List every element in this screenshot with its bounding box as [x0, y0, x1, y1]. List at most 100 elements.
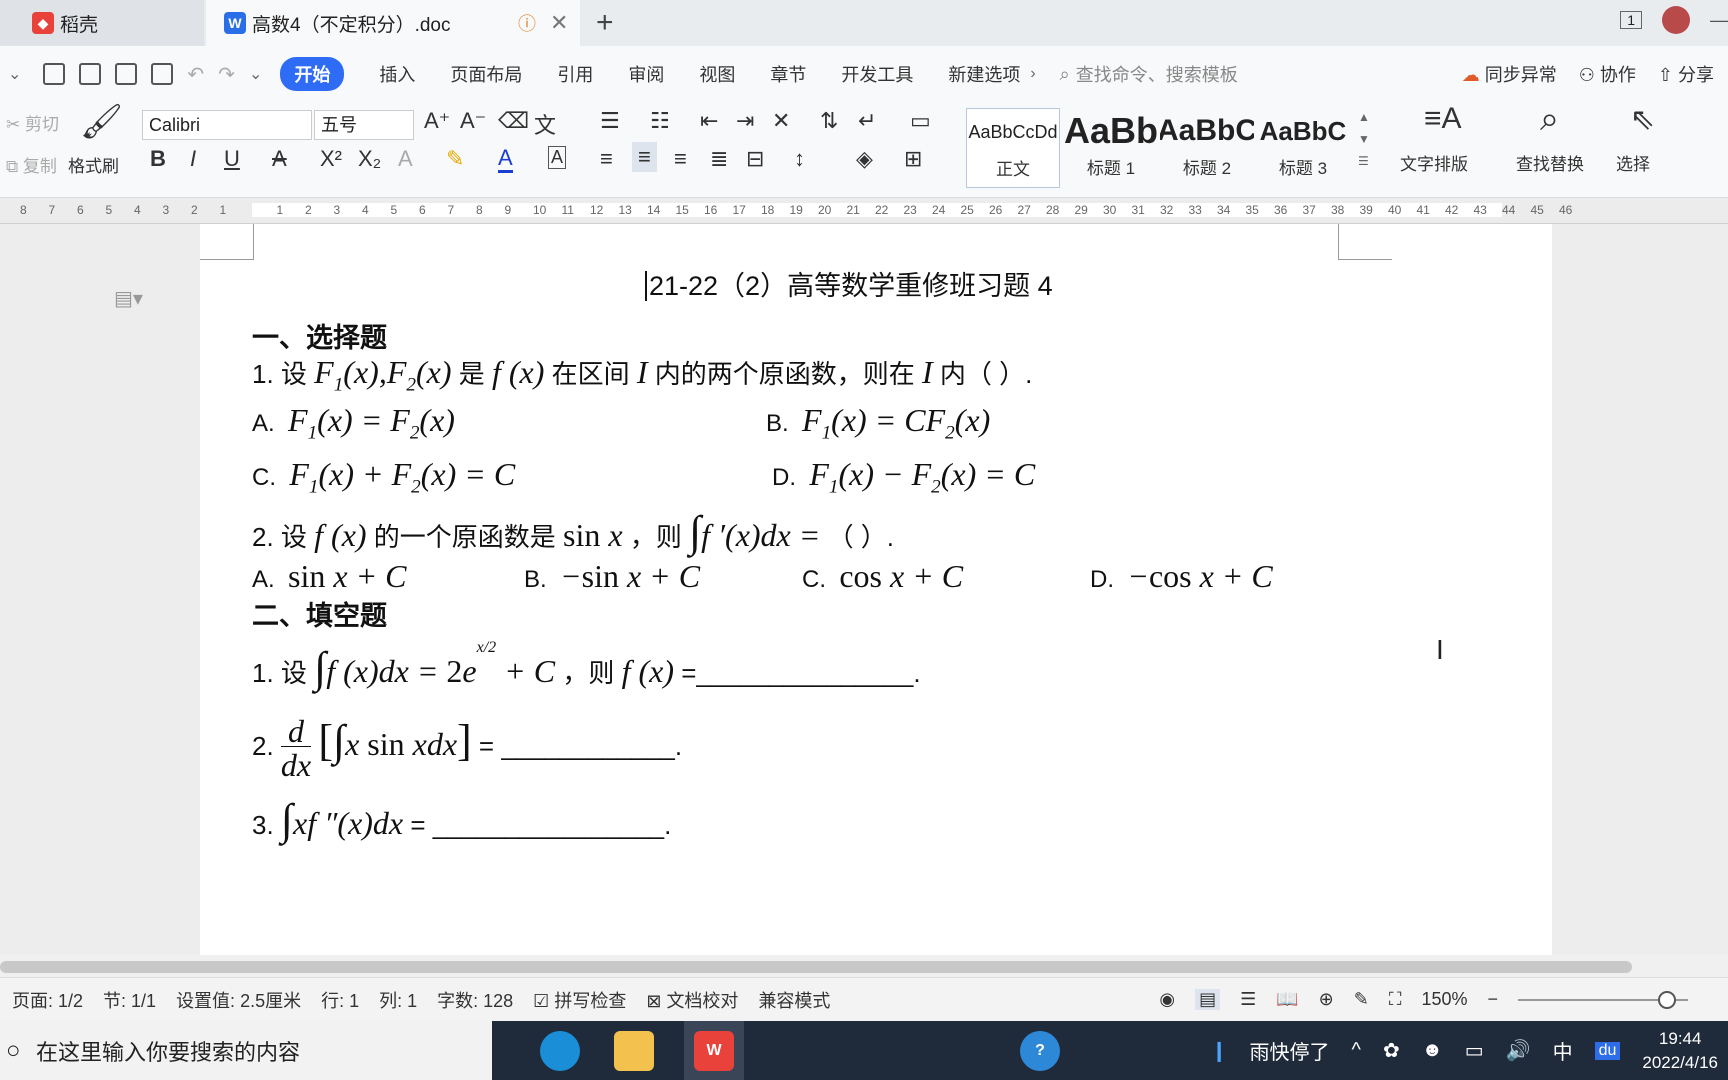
page-outline-icon[interactable]: ▤▾ [114, 286, 143, 311]
select-label[interactable]: 选择 [1616, 150, 1650, 175]
chevron-down-icon[interactable]: ⌄ [8, 64, 21, 84]
status-words[interactable]: 字数: 128 [437, 987, 513, 1013]
page-indicator[interactable]: 1 [1620, 11, 1642, 29]
subscript-icon[interactable]: X₂ [358, 146, 381, 172]
font-name-select[interactable]: Calibri [142, 110, 312, 140]
bold-icon[interactable]: B [150, 146, 166, 172]
phonetic-icon[interactable]: 文 [534, 108, 556, 140]
ruler[interactable]: 8 7 6 5 4 3 2 1 1 2 3 4 5 6 7 8 9 10 11 12 13 14 15 16 17 18 19 20 2… [0, 198, 1728, 224]
edge-icon[interactable] [540, 1031, 580, 1071]
highlight-icon[interactable]: ✎ [446, 146, 464, 172]
print-preview-icon[interactable] [151, 63, 174, 85]
tab-daoke[interactable]: ◆ 稻壳 [0, 0, 204, 46]
menu-home[interactable]: 开始 [280, 57, 345, 91]
baidu-ime-icon[interactable]: du [1594, 1041, 1621, 1060]
volume-icon[interactable]: 🔊 [1506, 1038, 1531, 1063]
superscript-icon[interactable]: X² [320, 146, 342, 172]
write-mode-icon[interactable]: ✎ [1354, 989, 1369, 1010]
clock[interactable]: 19:44 2022/4/16 [1642, 1027, 1718, 1075]
align-left-icon[interactable]: ≡ [600, 146, 613, 172]
f2-blank[interactable]: = ____________. [479, 731, 682, 761]
document-area[interactable]: ▤▾ 21-22（2）高等数学重修班习题 4 一、选择题 1. 设 F1(x),… [0, 224, 1728, 956]
font-size-select[interactable]: 五号 [314, 110, 414, 140]
font-color-icon[interactable]: A [498, 146, 513, 173]
command-search[interactable]: ⌕ 查找命令、搜索模板 [1060, 61, 1238, 87]
menu-view[interactable]: 视图 [699, 61, 735, 87]
chinese-layout-icon[interactable]: ✕ [772, 108, 790, 134]
style-heading3[interactable]: AaBbC 标题 3 [1256, 108, 1350, 188]
taskbar-search[interactable]: ○ 在这里输入你要搜索的内容 [0, 1021, 492, 1080]
clear-format-icon[interactable]: ⌫ [498, 108, 529, 134]
align-right-icon[interactable]: ≡ [674, 146, 687, 172]
menu-review[interactable]: 审阅 [628, 61, 664, 87]
line-spacing-icon[interactable]: ↕ [794, 146, 805, 172]
minimize-icon[interactable]: — [1710, 10, 1728, 31]
redo-icon[interactable]: ↷ [218, 62, 235, 87]
format-painter-label[interactable]: 格式刷 [68, 152, 119, 177]
menu-page-layout[interactable]: 页面布局 [450, 61, 522, 87]
align-center-icon[interactable]: ≡ [632, 142, 657, 172]
proofread-button[interactable]: ⊠ 文档校对 [646, 987, 738, 1013]
borders-icon[interactable]: ⊞ [904, 146, 922, 172]
shrink-font-icon[interactable]: A⁻ [460, 108, 486, 134]
warning-icon[interactable]: ⓘ [518, 10, 536, 36]
tab-document[interactable]: W 高数4（不定积分）.doc ⓘ ✕ [206, 0, 580, 46]
menu-developer[interactable]: 开发工具 [841, 61, 913, 87]
decrease-indent-icon[interactable]: ⇤ [700, 108, 718, 134]
find-replace-icon[interactable]: ⌕ [1540, 100, 1559, 139]
copy-button[interactable]: ⧉ 复制 [6, 152, 57, 177]
close-tab-icon[interactable]: ✕ [550, 10, 568, 36]
text-effect-icon[interactable]: A [398, 146, 413, 172]
italic-icon[interactable]: I [190, 146, 196, 172]
battery-icon[interactable]: ▭ [1465, 1038, 1484, 1063]
shading-icon[interactable]: ◈ [856, 146, 873, 172]
sync-button[interactable]: ☁ 同步异常 [1462, 61, 1557, 87]
more-icon[interactable]: ⌄ [249, 64, 262, 84]
f1-blank[interactable]: =_______________. [681, 658, 920, 688]
export-icon[interactable] [79, 63, 102, 85]
brush-icon[interactable]: 🖌 [80, 102, 123, 142]
show-marks-icon[interactable]: ↵ [858, 108, 876, 134]
share-button[interactable]: ⇧ 分享 [1658, 61, 1714, 87]
ime-indicator[interactable]: 中 [1553, 1036, 1573, 1065]
new-tab-button[interactable]: + [596, 6, 614, 40]
zoom-out-icon[interactable]: − [1487, 989, 1498, 1010]
read-view-icon[interactable]: 📖 [1276, 989, 1298, 1010]
table-tools-icon[interactable]: ▭ [910, 108, 931, 134]
increase-indent-icon[interactable]: ⇥ [736, 108, 754, 134]
file-explorer-icon[interactable] [614, 1031, 654, 1071]
distribute-icon[interactable]: ⊟ [746, 146, 764, 172]
avatar[interactable] [1662, 6, 1690, 34]
save-icon[interactable] [43, 63, 66, 85]
undo-icon[interactable]: ↶ [187, 62, 204, 87]
cursor-select-icon[interactable]: ⇖ [1630, 102, 1655, 137]
bullet-list-icon[interactable]: ☰ [600, 108, 620, 134]
cut-button[interactable]: ✂ 剪切 [6, 110, 59, 135]
zoom-slider-thumb[interactable] [1658, 990, 1676, 1009]
style-heading1[interactable]: AaBb 标题 1 [1064, 108, 1158, 188]
zoom-level[interactable]: 150% [1421, 989, 1467, 1010]
horizontal-scrollbar[interactable] [0, 955, 1728, 977]
style-normal[interactable]: AaBbCcDd 正文 [966, 108, 1060, 188]
chevron-right-icon[interactable]: › [1030, 65, 1035, 83]
wps-taskbar-item[interactable]: W [684, 1021, 744, 1080]
collab-button[interactable]: ⚇ 协作 [1579, 61, 1636, 87]
menu-references[interactable]: 引用 [557, 61, 593, 87]
text-layout-icon[interactable]: ≡A [1424, 102, 1462, 136]
tray-app-icon[interactable]: ✿ [1383, 1038, 1400, 1063]
grow-font-icon[interactable]: A⁺ [424, 108, 450, 134]
help-icon[interactable]: ? [1020, 1031, 1060, 1071]
menu-chapter[interactable]: 章节 [770, 61, 806, 87]
justify-icon[interactable]: ≣ [710, 146, 728, 172]
menu-new-tab[interactable]: 新建选项 [948, 61, 1020, 87]
f3-blank[interactable]: = ________________. [410, 810, 671, 840]
fit-icon[interactable]: ⛶ [1389, 989, 1402, 1010]
find-replace-label[interactable]: 查找替换 [1516, 150, 1584, 175]
style-scroll-icon[interactable]: ▲ ▼ ☰ [1358, 106, 1370, 172]
weather-text[interactable]: 雨快停了 [1250, 1036, 1330, 1065]
zoom-slider[interactable] [1518, 990, 1688, 1009]
outline-view-icon[interactable]: ☰ [1240, 989, 1256, 1010]
sort-icon[interactable]: ⇅ [820, 108, 838, 134]
strikethrough-icon[interactable]: A [272, 146, 287, 172]
spell-check-button[interactable]: ☑ 拼写检查 [533, 987, 626, 1013]
